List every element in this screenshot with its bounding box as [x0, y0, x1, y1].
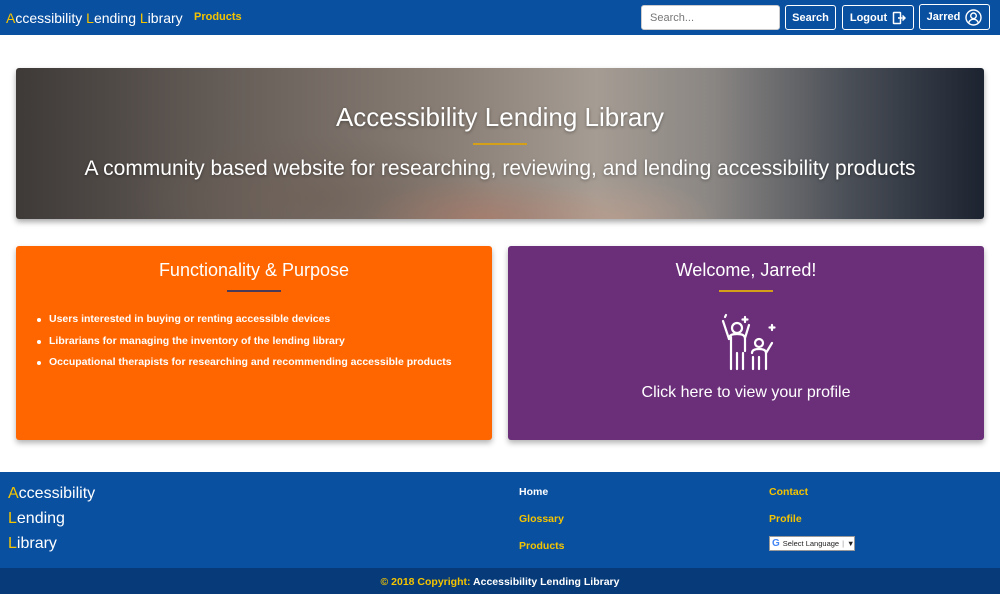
brand-initial-l2: L [139, 10, 148, 26]
user-circle-icon [965, 8, 983, 26]
top-navbar: Accessibility Lending Library Products S… [0, 0, 1000, 35]
functionality-list: Users interested in buying or renting ac… [37, 309, 452, 374]
functionality-card-divider [227, 290, 281, 292]
brand-initial-a: A [6, 10, 16, 26]
footer-brand-word: ccessibility [18, 485, 96, 502]
list-item: Users interested in buying or renting ac… [37, 309, 452, 331]
footer-brand-initial: L [8, 535, 17, 552]
footer-brand-word: ending [16, 510, 65, 527]
hero-banner: Accessibility Lending Library A communit… [16, 68, 984, 219]
welcome-card-divider [719, 290, 773, 292]
footer-home-link[interactable]: Home [519, 486, 548, 498]
brand-initial-l: L [86, 10, 94, 26]
nav-products-link[interactable]: Products [194, 11, 242, 23]
footer-brand: Accessibility Lending Library [8, 481, 95, 556]
user-button-label: Jarred [926, 11, 961, 23]
footer-brand-line: Lending [8, 506, 95, 531]
footer-glossary-link[interactable]: Glossary [519, 513, 564, 525]
copyright-bar: © 2018 Copyright: Accessibility Lending … [0, 568, 1000, 594]
list-item: Librarians for managing the inventory of… [37, 331, 452, 353]
brand-text-library: ibrary [147, 10, 183, 26]
footer-contact-link[interactable]: Contact [769, 486, 808, 498]
google-g-icon: G [772, 538, 780, 549]
language-select-label: Select Language [782, 539, 840, 548]
footer-brand-initial: A [8, 485, 19, 502]
brand-logo-link[interactable]: Accessibility Lending Library [6, 10, 183, 26]
hero-divider [473, 143, 527, 145]
hero-title: Accessibility Lending Library [335, 102, 665, 132]
logout-button[interactable]: Logout [842, 5, 914, 30]
functionality-card: Functionality & Purpose Users interested… [16, 246, 492, 440]
copyright-name: Accessibility Lending Library [473, 576, 620, 588]
language-select-separator: | [842, 539, 845, 548]
functionality-card-title: Functionality & Purpose [158, 260, 350, 280]
welcome-profile-card[interactable]: Welcome, Jarred! Click here to view your… [508, 246, 984, 440]
user-profile-button[interactable]: Jarred [919, 4, 990, 30]
search-input[interactable] [641, 5, 780, 30]
celebrating-people-icon [715, 313, 779, 378]
dropdown-arrow-icon: ▼ [847, 539, 855, 548]
footer-brand-line: Library [8, 531, 95, 556]
search-button[interactable]: Search [785, 5, 836, 30]
footer: Accessibility Lending Library Home Gloss… [0, 472, 1000, 568]
language-select[interactable]: G Select Language | ▼ [769, 536, 855, 551]
welcome-card-title: Welcome, Jarred! [675, 260, 817, 280]
search-button-label: Search [792, 11, 829, 24]
brand-text-accessibility: ccessibility [15, 10, 87, 26]
footer-brand-word: ibrary [16, 535, 57, 552]
footer-brand-initial: L [8, 510, 17, 527]
logout-icon [892, 11, 907, 25]
footer-profile-link[interactable]: Profile [769, 513, 802, 525]
view-profile-link[interactable]: Click here to view your profile [508, 384, 984, 402]
brand-text-lending: ending [93, 10, 140, 26]
hero-subtitle: A community based website for researchin… [84, 157, 916, 180]
footer-brand-line: Accessibility [8, 481, 95, 506]
logout-button-label: Logout [849, 11, 888, 24]
footer-products-link[interactable]: Products [519, 540, 565, 552]
list-item: Occupational therapists for researching … [37, 352, 452, 374]
copyright-prefix: © 2018 Copyright: [380, 576, 471, 588]
